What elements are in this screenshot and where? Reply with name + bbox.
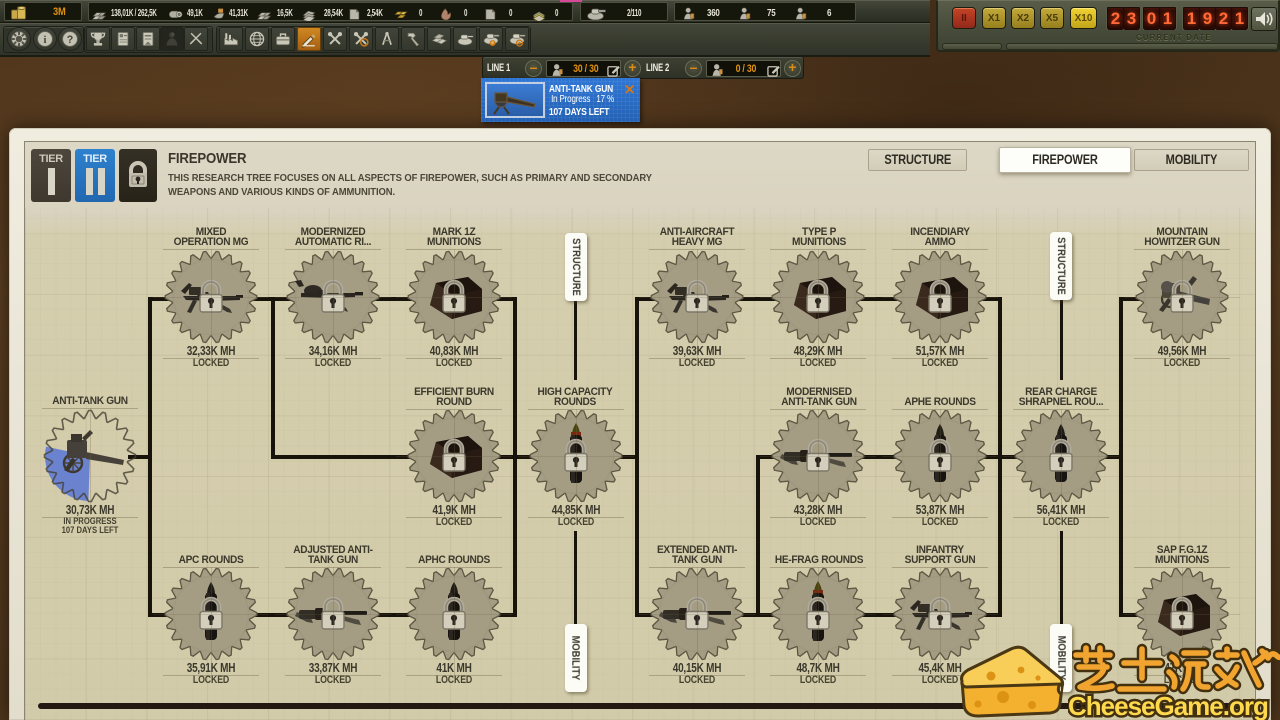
- svg-text:?: ?: [67, 34, 74, 46]
- svg-text:i: i: [44, 35, 47, 46]
- svg-text:CheeseGame.org: CheeseGame.org: [1068, 691, 1268, 720]
